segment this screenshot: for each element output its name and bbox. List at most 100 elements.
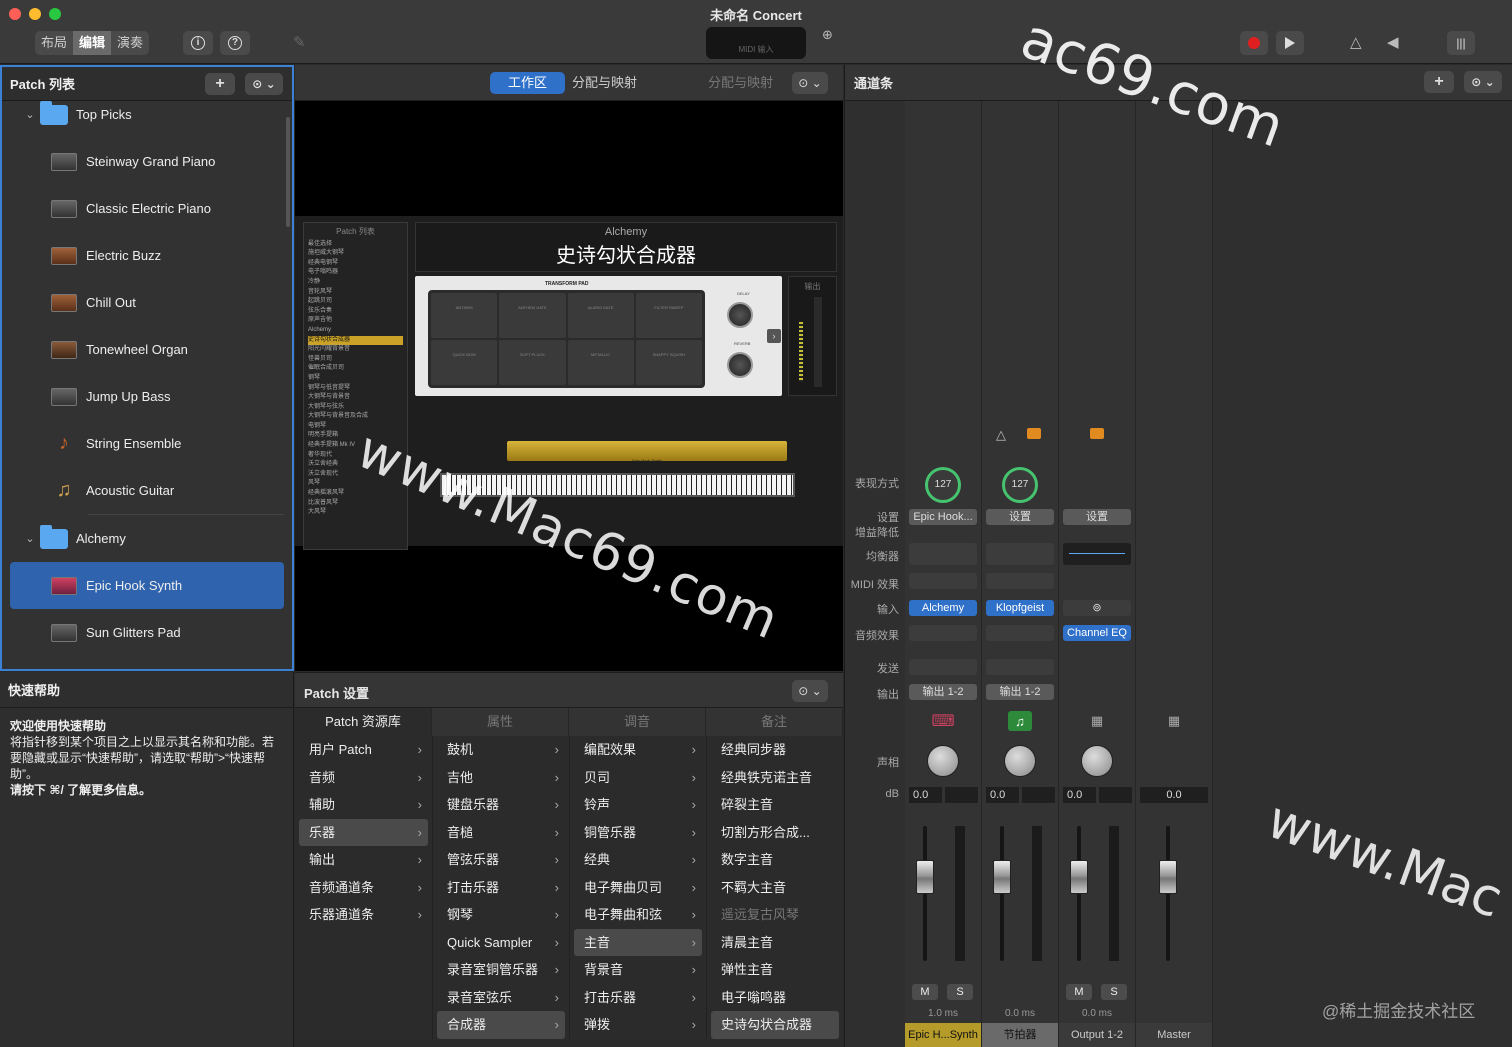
quick-help-button[interactable]: ? (220, 31, 250, 55)
library-item[interactable]: 音频通道条 › (299, 874, 428, 902)
patch-item-selected[interactable]: Epic Hook Synth (10, 562, 284, 609)
pad[interactable]: QUICK BOW (431, 340, 498, 385)
play-button[interactable] (1276, 31, 1304, 55)
patch-settings-options-button[interactable]: ⊙ ⌄ (792, 680, 828, 702)
tab-notes[interactable]: 备注 (706, 708, 843, 736)
library-item[interactable]: 史诗勾状合成器 (711, 1011, 839, 1039)
library-item[interactable]: 切割方形合成... (711, 819, 839, 847)
output-slot[interactable]: 输出 1-2 (986, 684, 1054, 700)
library-item[interactable]: 用户 Patch › (299, 736, 428, 764)
mode-edit-button[interactable]: 编辑 (73, 31, 112, 55)
setting-button[interactable]: 设置 (1063, 509, 1131, 525)
eq-slot[interactable] (909, 543, 977, 565)
setting-button[interactable]: 设置 (986, 509, 1054, 525)
mode-layout-button[interactable]: 布局 (35, 31, 73, 55)
input-slot[interactable]: ⊚ (1063, 600, 1131, 616)
tab-assign-map[interactable]: 分配与映射 (560, 72, 649, 94)
workspace-options-button[interactable]: ⊙ ⌄ (792, 72, 828, 94)
strip-name[interactable]: Epic H...Synth (905, 1023, 981, 1047)
setting-button[interactable]: Epic Hook... (909, 509, 977, 525)
strip-name[interactable]: Master (1136, 1023, 1212, 1047)
library-item[interactable]: Quick Sampler › (437, 929, 565, 957)
expression-dial[interactable]: 127 (1002, 467, 1038, 503)
library-item[interactable]: 辅助 › (299, 791, 428, 819)
mode-perform-button[interactable]: 演奏 (111, 31, 149, 55)
output-slot[interactable]: 输出 1-2 (909, 684, 977, 700)
pad[interactable]: ALARM GATE (567, 293, 634, 338)
library-item[interactable]: 音频 › (299, 764, 428, 792)
solo-button[interactable]: S (947, 984, 973, 1000)
pad[interactable]: SOFT PLUCK (499, 340, 566, 385)
chevron-down-icon[interactable]: ⌄ (20, 532, 40, 545)
library-item[interactable]: 乐器 › (299, 818, 428, 846)
audio-fx-slot[interactable]: Channel EQ (1063, 625, 1131, 641)
expression-dial[interactable]: 127 (925, 467, 961, 503)
library-item[interactable]: 管弦乐器 › (437, 846, 565, 874)
pencil-icon[interactable]: ✎ (293, 33, 306, 51)
folder-alchemy[interactable]: ⌄ Alchemy (2, 515, 290, 562)
library-item[interactable]: 录音室弦乐 › (437, 984, 565, 1012)
strip-name[interactable]: 节拍器 (982, 1023, 1058, 1047)
speaker-icon[interactable]: ◀ (1387, 33, 1399, 51)
pan-knob[interactable] (927, 745, 959, 777)
pad[interactable]: FILTER SWEEP (635, 293, 702, 338)
patch-item[interactable]: Electric Buzz (2, 232, 290, 279)
pad[interactable]: ANTHEM (431, 293, 498, 338)
inspector-button[interactable]: i (183, 31, 213, 55)
volume-slider[interactable] (814, 297, 822, 387)
lcd-display[interactable]: MIDI 输入 (706, 27, 806, 59)
library-item[interactable]: 打击乐器 › (574, 984, 702, 1012)
library-item[interactable]: 弹拨 › (574, 1011, 702, 1039)
patch-item[interactable]: Jump Up Bass (2, 373, 290, 420)
midi-fx-slot[interactable] (986, 573, 1054, 589)
library-item[interactable]: 合成器 › (437, 1011, 565, 1039)
library-item[interactable]: 铜管乐器 › (574, 819, 702, 847)
volume-fader[interactable] (916, 860, 934, 895)
patch-item[interactable]: Steinway Grand Piano (2, 138, 290, 185)
library-item[interactable]: 吉他 › (437, 764, 565, 792)
library-item[interactable]: 铃声 › (574, 791, 702, 819)
tab-properties[interactable]: 属性 (432, 708, 569, 736)
patch-item[interactable]: ♪ String Ensemble (2, 420, 290, 467)
chevron-down-icon[interactable]: ⌄ (20, 108, 40, 121)
pad[interactable]: METALLIC (567, 340, 634, 385)
mixer-toggle-button[interactable]: ||| (1447, 31, 1475, 55)
tab-workspace[interactable]: 工作区 (490, 72, 566, 94)
volume-fader[interactable] (993, 860, 1011, 895)
library-item[interactable]: 编配效果 › (574, 736, 702, 764)
library-item[interactable]: 碎裂主音 (711, 791, 839, 819)
library-item[interactable]: 主音 › (574, 928, 702, 956)
library-item[interactable]: 遥远复古风琴 (711, 901, 839, 929)
mute-button[interactable]: M (1066, 984, 1092, 1000)
library-item[interactable]: 经典铁克诺主音 (711, 764, 839, 792)
tab-assign-map-right[interactable]: 分配与映射 (696, 72, 785, 94)
reverb-knob[interactable] (727, 352, 753, 378)
folder-top-picks[interactable]: ⌄ Top Picks (2, 91, 290, 138)
library-item[interactable]: 音槌 › (437, 819, 565, 847)
library-item[interactable]: 经典同步器 (711, 736, 839, 764)
library-item[interactable]: 录音室铜管乐器 › (437, 956, 565, 984)
scrollbar[interactable] (286, 117, 290, 227)
library-item[interactable]: 键盘乐器 › (437, 791, 565, 819)
download-icon[interactable]: ⊕ (822, 27, 833, 43)
library-item[interactable]: 贝司 › (574, 764, 702, 792)
tab-tuning[interactable]: 调音 (569, 708, 706, 736)
library-item[interactable]: 电子舞曲贝司 › (574, 874, 702, 902)
volume-fader[interactable] (1159, 860, 1177, 895)
metronome-icon[interactable]: △ (1350, 33, 1362, 51)
library-item[interactable]: 鼓机 › (437, 736, 565, 764)
library-item[interactable]: 输出 › (299, 846, 428, 874)
library-item[interactable]: 电子嗡鸣器 (711, 984, 839, 1012)
patch-item[interactable]: Sun Glitters Pad (2, 609, 290, 656)
library-item[interactable]: 数字主音 (711, 846, 839, 874)
tab-patch-library[interactable]: Patch 资源库 (295, 708, 432, 736)
send-slot[interactable] (909, 659, 977, 675)
audio-fx-slot[interactable] (986, 625, 1054, 641)
send-slot[interactable] (986, 659, 1054, 675)
patch-item[interactable]: Chill Out (2, 279, 290, 326)
library-item[interactable]: 清晨主音 (711, 929, 839, 957)
volume-fader[interactable] (1070, 860, 1088, 895)
delay-knob[interactable] (727, 302, 753, 328)
patch-item[interactable]: Classic Electric Piano (2, 185, 290, 232)
midi-fx-slot[interactable] (909, 573, 977, 589)
